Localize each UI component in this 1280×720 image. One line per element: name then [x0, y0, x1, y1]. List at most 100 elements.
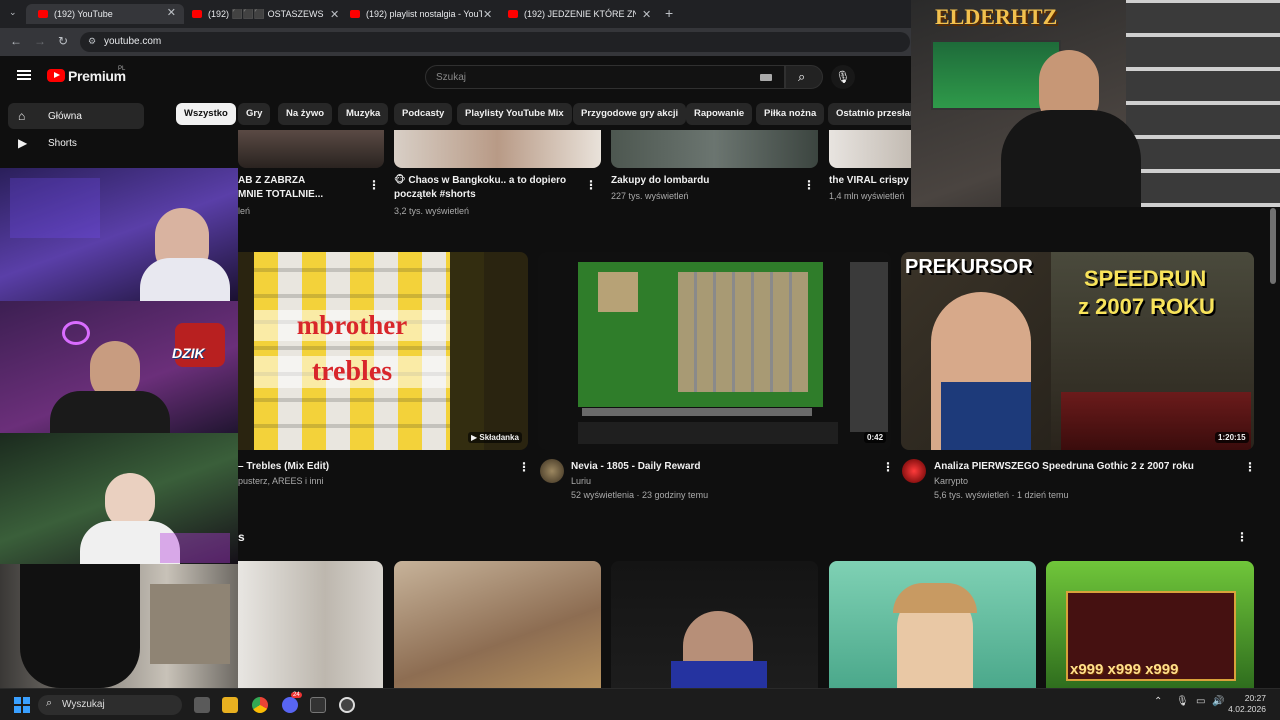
- video-duration: 1:20:15: [1215, 432, 1249, 443]
- chip-games[interactable]: Gry: [238, 103, 271, 125]
- discord-icon[interactable]: 24: [282, 692, 302, 713]
- search-icon: ⌕: [46, 697, 53, 709]
- address-field[interactable]: ⚙ youtube.com: [80, 32, 910, 52]
- close-tab-icon[interactable]: ✕: [330, 4, 339, 24]
- video-title[interactable]: początek #shorts: [394, 188, 476, 201]
- short-thumbnail[interactable]: x999 x999 x999: [1046, 561, 1254, 688]
- video-stats: 5,6 tys. wyświetleń · 1 dzień temu: [934, 490, 1069, 500]
- dzik-logo: DZIK: [172, 345, 205, 361]
- video-channel[interactable]: Luriu: [571, 475, 591, 488]
- tab-search-icon[interactable]: ⌄: [9, 7, 17, 18]
- video-thumbnail[interactable]: [829, 130, 919, 168]
- youtube-favicon-icon: [38, 10, 48, 18]
- reload-icon[interactable]: ↻: [58, 34, 68, 48]
- video-meta: 3,2 tys. wyświetleń: [394, 206, 470, 216]
- new-tab-button[interactable]: +: [665, 3, 673, 23]
- more-options-icon[interactable]: ⋮: [1236, 530, 1248, 544]
- game-map: [578, 262, 823, 407]
- tray-chevron-icon[interactable]: ⌃: [1154, 696, 1162, 707]
- streamer-logo: ELDERHTZ: [935, 4, 1058, 29]
- task-view-icon[interactable]: [194, 697, 210, 713]
- chip-live[interactable]: Na żywo: [278, 103, 333, 125]
- video-thumbnail[interactable]: [611, 130, 818, 168]
- short-thumbnail[interactable]: [238, 561, 383, 688]
- tab-3[interactable]: (192) playlist nostalgia - YouTu: [350, 4, 482, 24]
- network-icon[interactable]: ▭: [1196, 696, 1205, 707]
- thumbnail-text: x999 x999 x999: [1070, 661, 1179, 678]
- chip-all[interactable]: Wszystko: [176, 103, 236, 125]
- video-meta: 227 tys. wyświetleń: [611, 191, 689, 201]
- file-explorer-icon[interactable]: [222, 697, 238, 713]
- app-window-icon[interactable]: [310, 697, 326, 713]
- chip-rap[interactable]: Rapowanie: [686, 103, 753, 125]
- chip-podcasts[interactable]: Podcasty: [394, 103, 453, 125]
- video-title[interactable]: MNIE TOTALNIE...: [238, 188, 323, 201]
- video-meta: leń: [238, 206, 251, 216]
- close-tab-icon[interactable]: ✕: [483, 4, 492, 24]
- video-thumbnail[interactable]: PREKURSOR SPEEDRUN z 2007 ROKU 1:20:15: [901, 252, 1254, 450]
- more-options-icon[interactable]: ⋮: [368, 178, 380, 192]
- video-thumbnail[interactable]: [394, 130, 601, 168]
- taskbar-search[interactable]: ⌕ Wyszukaj: [38, 695, 182, 715]
- menu-icon[interactable]: [17, 70, 31, 80]
- sidebar-item-home[interactable]: ⌂ Główna: [8, 103, 144, 129]
- thumbnail-text: SPEEDRUN: [1084, 266, 1207, 291]
- windows-start-icon[interactable]: [14, 697, 30, 713]
- facecam-2: DZIK: [0, 301, 238, 433]
- more-options-icon[interactable]: ⋮: [518, 460, 530, 474]
- search-input[interactable]: Szukaj: [425, 65, 785, 89]
- more-options-icon[interactable]: ⋮: [1244, 460, 1256, 474]
- video-channel[interactable]: Karrypto: [934, 475, 968, 488]
- chip-music[interactable]: Muzyka: [338, 103, 389, 125]
- voice-search-icon[interactable]: 🎙: [831, 65, 855, 89]
- search-button[interactable]: ⌕: [785, 65, 823, 89]
- short-thumbnail[interactable]: [611, 561, 818, 688]
- video-meta: 1,4 mln wyświetleń: [829, 191, 905, 201]
- more-options-icon[interactable]: ⋮: [585, 178, 597, 192]
- chip-action-adventure[interactable]: Przygodowe gry akcji: [573, 103, 687, 125]
- channel-avatar[interactable]: [540, 459, 564, 483]
- close-tab-icon[interactable]: ✕: [642, 4, 651, 24]
- chip-mix-playlists[interactable]: Playlisty YouTube Mix: [457, 103, 572, 125]
- video-title[interactable]: the VIRAL crispy: [829, 174, 909, 187]
- back-icon[interactable]: ←: [10, 34, 22, 48]
- video-thumbnail[interactable]: 0:42: [538, 252, 891, 450]
- tab-4[interactable]: (192) JEDZENIE KTÓRE ZNIKNEŁ: [508, 4, 636, 24]
- video-title[interactable]: Nevia - 1805 - Daily Reward: [571, 460, 701, 473]
- chrome-icon[interactable]: [252, 697, 268, 713]
- video-title[interactable]: – Trebles (Mix Edit): [238, 460, 329, 473]
- channel-avatar[interactable]: [902, 459, 926, 483]
- thumbnail-text: z 2007 ROKU: [1078, 294, 1215, 319]
- more-options-icon[interactable]: ⋮: [882, 460, 894, 474]
- video-title[interactable]: AB Z ZABRZA: [238, 174, 305, 187]
- more-options-icon[interactable]: ⋮: [803, 178, 815, 192]
- site-info-icon[interactable]: ⚙: [88, 36, 96, 47]
- video-thumbnail[interactable]: [238, 130, 384, 168]
- video-duration: 0:42: [864, 432, 887, 443]
- tab-youtube[interactable]: (192) YouTube ✕: [26, 4, 184, 24]
- close-tab-icon[interactable]: ✕: [167, 6, 176, 19]
- video-thumbnail[interactable]: mbrother trebles ▶ Składanka: [238, 252, 528, 450]
- shelf: [1126, 0, 1280, 207]
- youtube-logo-icon[interactable]: [47, 69, 65, 82]
- chip-recently-uploaded[interactable]: Ostatnio przesłane: [828, 103, 916, 125]
- chip-football[interactable]: Piłka nożna: [756, 103, 825, 125]
- volume-icon[interactable]: 🔊: [1212, 696, 1224, 707]
- forward-icon[interactable]: →: [34, 34, 46, 48]
- youtube-favicon-icon: [508, 10, 518, 18]
- system-clock[interactable]: 20:27 4.02.2026: [1228, 693, 1266, 715]
- page-scrollbar[interactable]: [1270, 208, 1276, 284]
- obs-icon[interactable]: [339, 697, 355, 713]
- short-thumbnail[interactable]: [829, 561, 1036, 688]
- tab-2[interactable]: (192) ⬛⬛⬛ OSTASZEWS: [192, 4, 340, 24]
- microphone-icon[interactable]: 🎙: [1176, 696, 1189, 707]
- streamer-facecam: ELDERHTZ: [911, 0, 1280, 207]
- keyboard-icon[interactable]: [760, 74, 772, 81]
- short-thumbnail[interactable]: [394, 561, 601, 688]
- video-title[interactable]: Zakupy do lombardu: [611, 174, 709, 187]
- video-title[interactable]: 🐵 Chaos w Bangkoku.. a to dopiero: [394, 174, 566, 187]
- video-title[interactable]: Analiza PIERWSZEGO Speedruna Gothic 2 z …: [934, 460, 1194, 473]
- album-art-text: mbrother: [254, 310, 450, 341]
- sidebar-item-shorts[interactable]: ▶ Shorts: [8, 130, 144, 156]
- video-channel[interactable]: pusterz, AREES i inni: [238, 475, 324, 488]
